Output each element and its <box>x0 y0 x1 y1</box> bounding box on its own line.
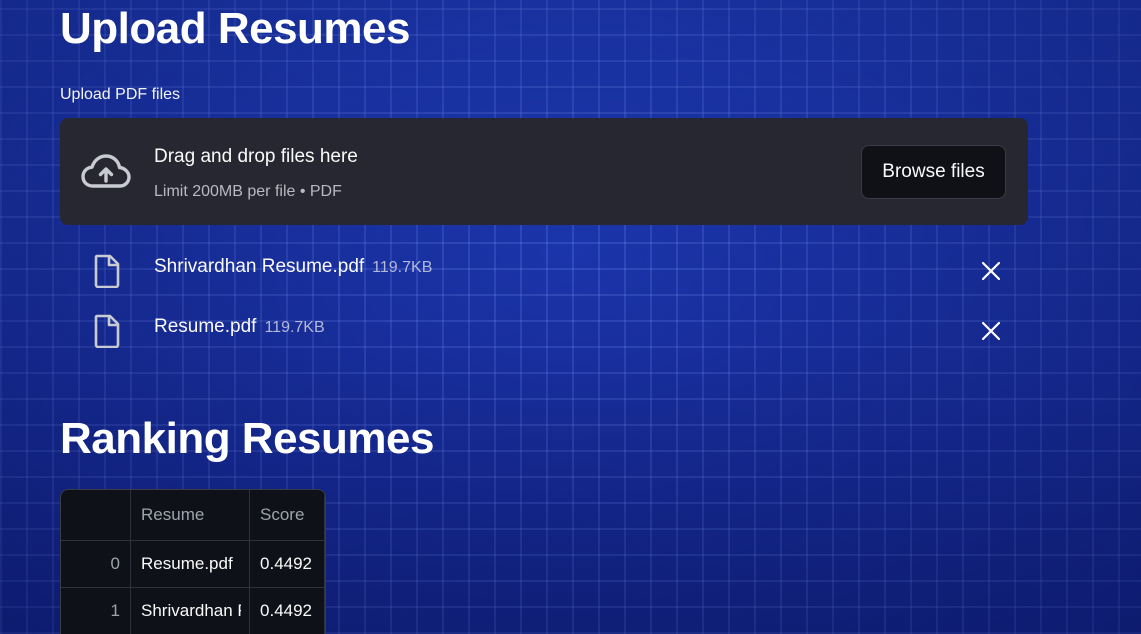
uploaded-file-item: Shrivardhan Resume.pdf 119.7KB <box>60 250 1028 290</box>
file-size: 119.7KB <box>372 259 433 276</box>
resume-cell-text: Resume.pdf <box>141 553 233 573</box>
upload-field-label: Upload PDF files <box>60 86 181 103</box>
row-index[interactable]: 0 <box>61 540 132 588</box>
upload-title: Upload Resumes <box>60 4 410 53</box>
ranking-table[interactable]: Resume Score 0 Resume.pdf 0.4492 1 Shriv… <box>60 489 326 634</box>
table-header-row: Resume Score <box>61 490 325 541</box>
uploaded-file-item: Resume.pdf 119.7KB <box>60 310 1028 350</box>
file-icon <box>94 314 120 348</box>
resume-cell[interactable]: Shrivardhan Resume.pdf <box>130 587 251 634</box>
close-icon[interactable] <box>980 320 1002 342</box>
table-row: 0 Resume.pdf 0.4492 <box>61 540 325 588</box>
resume-cell[interactable]: Resume.pdf <box>130 540 251 588</box>
file-name: Shrivardhan Resume.pdf <box>154 256 365 277</box>
table-row: 1 Shrivardhan Resume.pdf 0.4492 <box>61 587 325 634</box>
file-size: 119.7KB <box>264 319 325 336</box>
ranking-title: Ranking Resumes <box>60 414 434 463</box>
resume-cell-text: Shrivardhan Resume.pdf <box>141 600 241 620</box>
resume-column-header[interactable]: Resume <box>130 490 251 541</box>
score-column-header[interactable]: Score <box>249 490 325 541</box>
row-index[interactable]: 1 <box>61 587 132 634</box>
dropzone-limit-text: Limit 200MB per file • PDF <box>154 183 342 200</box>
cloud-upload-icon <box>81 154 131 188</box>
close-icon[interactable] <box>980 260 1002 282</box>
dropzone-title: Drag and drop files here <box>154 146 358 167</box>
file-name: Resume.pdf <box>154 316 257 337</box>
score-cell[interactable]: 0.4492 <box>249 540 325 588</box>
score-cell[interactable]: 0.4492 <box>249 587 325 634</box>
browse-files-button[interactable]: Browse files <box>861 145 1006 199</box>
file-icon <box>94 254 120 288</box>
index-column-header[interactable] <box>61 490 132 541</box>
file-dropzone[interactable]: Drag and drop files here Limit 200MB per… <box>60 118 1028 225</box>
